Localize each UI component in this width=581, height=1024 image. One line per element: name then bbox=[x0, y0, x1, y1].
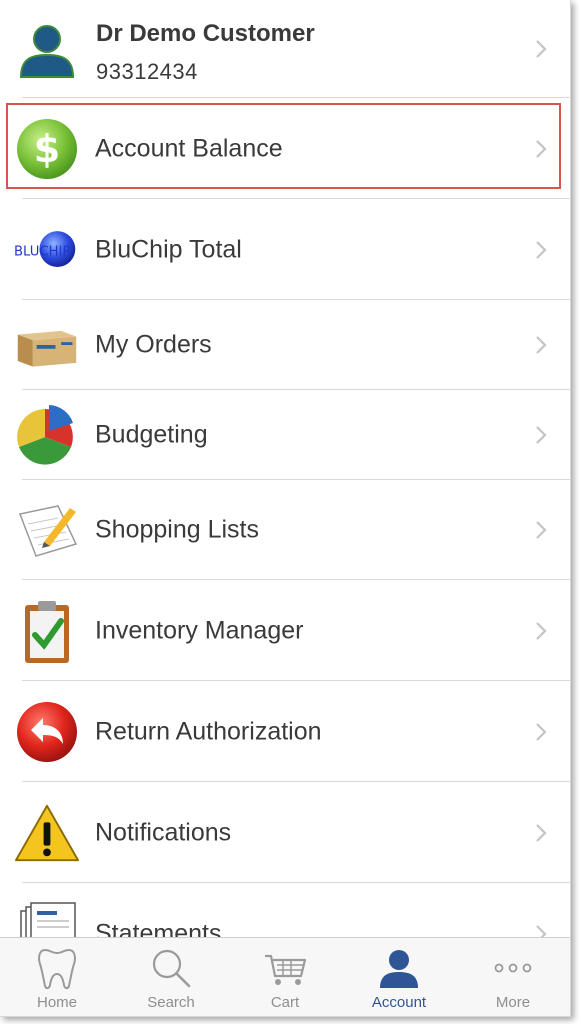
menu-item-my-orders[interactable]: My Orders bbox=[0, 300, 570, 390]
more-dots-icon bbox=[494, 963, 532, 973]
tab-label: Cart bbox=[270, 994, 300, 1011]
menu-item-budgeting[interactable]: Budgeting bbox=[0, 390, 570, 480]
menu-item-label: Shopping Lists bbox=[95, 515, 260, 544]
dollar-coin-icon: $ bbox=[14, 116, 80, 182]
menu-item-label: Inventory Manager bbox=[95, 616, 304, 644]
notepad-pencil-icon bbox=[14, 497, 80, 563]
tab-search[interactable]: Search bbox=[114, 938, 228, 1016]
menu-item-account-balance[interactable]: $ Account Balance bbox=[0, 98, 570, 199]
menu-item-bluchip-total[interactable]: BLUCHIP BluChip Total bbox=[0, 199, 570, 300]
profile-row[interactable]: Dr Demo Customer 93312434 bbox=[0, 0, 570, 98]
account-number: 93312434 bbox=[96, 59, 198, 84]
menu-item-label: My Orders bbox=[95, 330, 212, 359]
chevron-right-icon bbox=[536, 621, 547, 640]
cart-icon bbox=[265, 954, 307, 985]
menu-item-return-authorization[interactable]: Return Authorization bbox=[0, 681, 570, 782]
search-icon bbox=[152, 949, 191, 988]
tab-account[interactable]: Account bbox=[342, 938, 456, 1016]
shipping-box-icon bbox=[14, 312, 80, 378]
clipboard-check-icon bbox=[14, 598, 80, 664]
return-arrow-icon bbox=[14, 699, 80, 765]
menu-item-label: Account Balance bbox=[95, 134, 283, 162]
chevron-right-icon bbox=[536, 722, 547, 741]
chevron-right-icon bbox=[536, 426, 547, 444]
tab-home[interactable]: Home bbox=[0, 938, 114, 1016]
tab-label: Search bbox=[147, 994, 195, 1011]
chevron-right-icon bbox=[536, 40, 547, 58]
warning-triangle-icon bbox=[14, 800, 80, 866]
tab-bar: Home Search Cart Account More bbox=[0, 937, 570, 1016]
menu-item-label: BluChip Total bbox=[95, 235, 242, 263]
chevron-right-icon bbox=[536, 139, 547, 158]
tab-cart[interactable]: Cart bbox=[228, 938, 342, 1016]
tab-label: Home bbox=[36, 994, 77, 1011]
menu-item-label: Budgeting bbox=[95, 420, 208, 449]
tab-more[interactable]: More bbox=[456, 938, 570, 1016]
menu-item-label: Notifications bbox=[95, 818, 232, 846]
user-avatar-icon bbox=[14, 16, 80, 82]
customer-name: Dr Demo Customer bbox=[96, 20, 315, 47]
chevron-right-icon bbox=[536, 823, 547, 842]
menu-item-notifications[interactable]: Notifications bbox=[0, 782, 570, 883]
tab-label: Account bbox=[371, 994, 427, 1011]
menu-item-shopping-lists[interactable]: Shopping Lists bbox=[0, 480, 570, 580]
chevron-right-icon bbox=[536, 521, 547, 539]
chevron-right-icon bbox=[536, 240, 547, 259]
menu-item-label: Return Authorization bbox=[95, 717, 322, 745]
chevron-right-icon bbox=[536, 336, 547, 354]
tab-label: More bbox=[495, 994, 531, 1011]
bluchip-logo-text: BLUCHIP bbox=[14, 244, 70, 259]
bluchip-logo-icon: BLUCHIP bbox=[14, 217, 80, 283]
menu-item-inventory-manager[interactable]: Inventory Manager bbox=[0, 580, 570, 681]
tooth-icon bbox=[38, 948, 76, 990]
user-icon bbox=[380, 950, 418, 988]
account-screen: Dr Demo Customer 93312434 $ Account Bala… bbox=[0, 0, 571, 1017]
pie-chart-icon bbox=[14, 402, 80, 468]
svg-text:$: $ bbox=[34, 127, 60, 171]
